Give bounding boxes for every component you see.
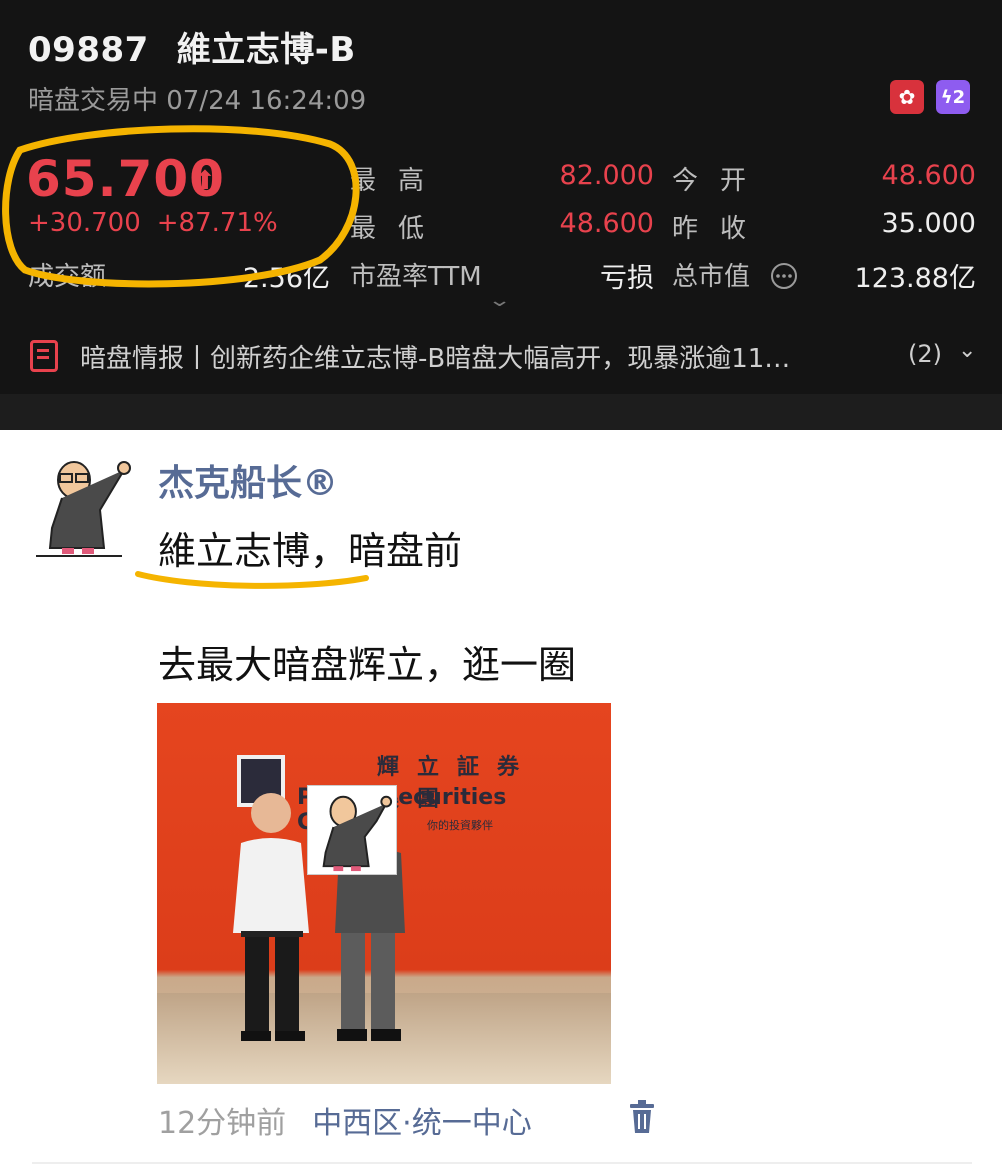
low-value: 48.600 bbox=[559, 208, 654, 239]
price-up-arrow-icon: ⬆ bbox=[194, 166, 216, 196]
post-author[interactable]: 杰克船长® bbox=[158, 454, 338, 506]
pe-value: 亏损 bbox=[600, 263, 654, 294]
avatar[interactable] bbox=[32, 450, 132, 560]
prev-close-label: 昨收 bbox=[672, 214, 769, 244]
low-label: 最低 bbox=[350, 214, 447, 244]
news-headline[interactable]: 暗盘情报丨创新药企维立志博-B暗盘大幅高开，现暴涨逾11… bbox=[80, 338, 880, 375]
post-text-line-1: 維立志博，暗盘前 bbox=[158, 529, 463, 573]
mktcap-value: 123.88亿 bbox=[854, 263, 976, 294]
sign-tagline: 你的投資夥伴 bbox=[427, 819, 493, 832]
open-value: 48.600 bbox=[881, 160, 976, 191]
price-change: +30.700 +87.71% bbox=[28, 208, 278, 238]
stock-header: 09887 維立志博-B bbox=[28, 22, 356, 71]
post-location[interactable]: 中西区·统一中心 bbox=[312, 1106, 532, 1141]
stock-code: 09887 bbox=[28, 30, 149, 70]
post-text-line-2: 去最大暗盘辉立，逛一圈 bbox=[158, 643, 577, 687]
open-label: 今开 bbox=[672, 166, 769, 196]
high-label: 最高 bbox=[350, 166, 447, 196]
prev-close-value: 35.000 bbox=[881, 208, 976, 239]
trash-icon[interactable] bbox=[628, 1100, 656, 1134]
mktcap-label: 总市值 bbox=[672, 262, 751, 292]
post-meta: 12分钟前 中西区·统一中心 bbox=[158, 1098, 532, 1142]
change-amount: +30.700 bbox=[28, 208, 141, 238]
social-post: 杰克船长® 維立志博，暗盘前 去最大暗盘辉立，逛一圈 輝立証券集團 Philli… bbox=[0, 430, 1002, 1166]
expand-chevron-icon[interactable]: ⌄ bbox=[487, 290, 511, 311]
person-left bbox=[233, 793, 309, 1041]
post-photo[interactable]: 輝立証券集團 Phillip Securities Group 你的投資夥伴 bbox=[157, 703, 611, 1084]
post-time: 12分钟前 bbox=[158, 1106, 287, 1141]
lv2-icon[interactable]: ϟ2 bbox=[936, 80, 970, 114]
stock-name: 維立志博-B bbox=[176, 30, 356, 70]
panel-divider bbox=[0, 394, 1002, 430]
high-value: 82.000 bbox=[559, 160, 654, 191]
pe-label: 市盈率TTM bbox=[350, 262, 482, 292]
trading-status: 暗盘交易中 07/24 16:24:09 bbox=[28, 86, 367, 116]
turnover-label: 成交额 bbox=[28, 262, 107, 292]
post-divider bbox=[32, 1162, 972, 1164]
news-doc-icon bbox=[30, 340, 58, 372]
chevron-down-icon[interactable]: ⌄ bbox=[958, 338, 976, 363]
news-banner[interactable]: 暗盘情报丨创新药企维立志博-B暗盘大幅高开，现暴涨逾11… (2) ⌄ bbox=[0, 322, 1002, 390]
hk-flag-icon[interactable]: ✿ bbox=[890, 80, 924, 114]
change-percent: +87.71% bbox=[156, 208, 278, 238]
info-circle-icon[interactable] bbox=[770, 262, 798, 290]
face-cover-sticker bbox=[307, 785, 397, 875]
news-count: (2) bbox=[908, 340, 942, 368]
stock-quote-panel: 09887 維立志博-B 暗盘交易中 07/24 16:24:09 ✿ ϟ2 65… bbox=[0, 0, 1002, 430]
turnover-value: 2.56亿 bbox=[242, 263, 330, 294]
